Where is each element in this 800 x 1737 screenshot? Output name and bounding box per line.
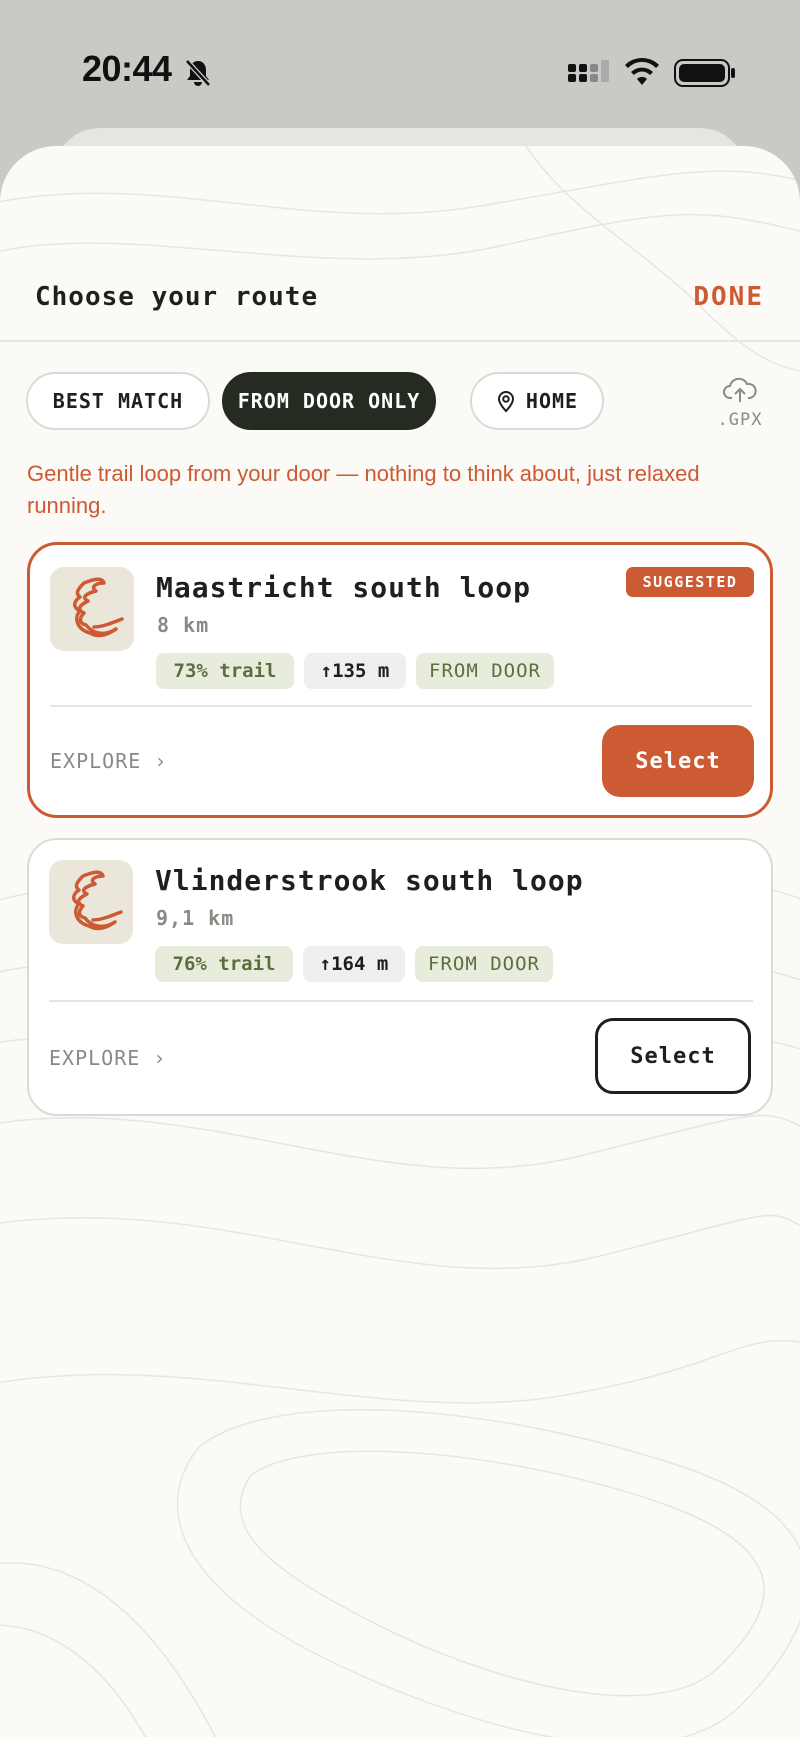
elevation-badge: ↑164 m: [303, 946, 405, 982]
filter-from-door-only[interactable]: FROM DOOR ONLY: [222, 372, 436, 430]
select-button[interactable]: Select: [602, 725, 754, 797]
card-divider: [50, 705, 752, 707]
route-name: Maastricht south loop: [156, 571, 532, 604]
from-door-badge: FROM DOOR: [415, 946, 553, 982]
select-button[interactable]: Select: [595, 1018, 751, 1094]
route-name: Vlinderstrook south loop: [155, 864, 584, 897]
cloud-upload-icon: [723, 377, 757, 402]
filter-best-match[interactable]: BEST MATCH: [26, 372, 210, 430]
filter-home-label: HOME: [525, 389, 579, 413]
status-bar: 20:44: [0, 0, 800, 140]
gpx-upload-button[interactable]: .GPX: [716, 374, 764, 430]
location-pin-icon: [497, 391, 514, 413]
explore-link[interactable]: EXPLORE ›: [49, 1046, 166, 1070]
route-card: Maastricht south loop SUGGESTED 8 km 73%…: [27, 542, 773, 818]
trail-percentage-badge: 73% trail: [156, 653, 294, 689]
elevation-badge: ↑135 m: [304, 653, 406, 689]
suggested-badge: SUGGESTED: [626, 567, 754, 597]
battery-icon: [674, 59, 736, 91]
route-card: Vlinderstrook south loop 9,1 km 76% trai…: [27, 838, 773, 1116]
filter-home[interactable]: HOME: [470, 372, 604, 430]
route-picker-sheet: Choose your route DONE BEST MATCH FROM D…: [0, 146, 800, 1737]
trail-percentage-badge: 76% trail: [155, 946, 293, 982]
done-button[interactable]: DONE: [693, 282, 764, 312]
card-divider: [49, 1000, 753, 1002]
route-description: Gentle trail loop from your door — nothi…: [27, 461, 700, 518]
sheet-header: Choose your route DONE: [0, 146, 800, 342]
route-distance: 9,1 km: [156, 906, 235, 930]
cellular-signal-icon: [566, 60, 612, 92]
status-time: 20:44: [82, 48, 172, 89]
page-title: Choose your route: [35, 282, 319, 312]
from-door-badge: FROM DOOR: [416, 653, 554, 689]
gpx-label: .GPX: [717, 410, 763, 430]
route-distance: 8 km: [157, 613, 210, 637]
explore-link[interactable]: EXPLORE ›: [50, 749, 167, 773]
wifi-icon: [622, 57, 662, 91]
silent-bell-icon: [184, 58, 212, 92]
route-map-thumbnail: [50, 567, 134, 651]
route-map-thumbnail: [49, 860, 133, 944]
